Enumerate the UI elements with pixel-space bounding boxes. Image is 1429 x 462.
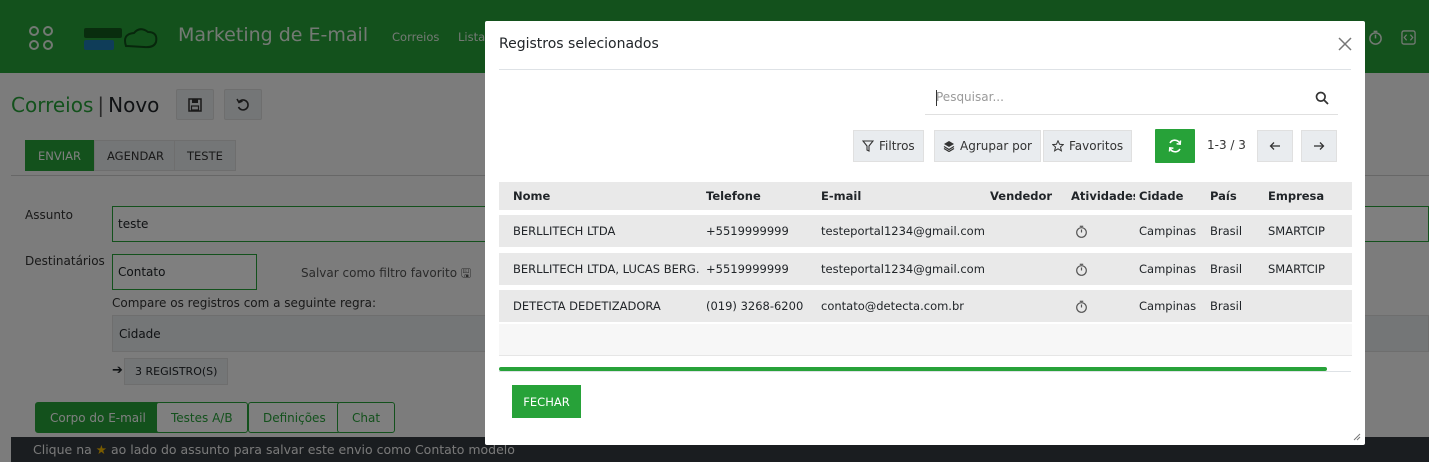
table-empty-row [499, 324, 1352, 356]
close-icon[interactable] [1337, 36, 1353, 52]
cell-atividades [1071, 253, 1135, 285]
search-icon[interactable] [1315, 91, 1329, 105]
close-button[interactable]: FECHAR [512, 385, 581, 418]
table-header: Nome Telefone E-mail Vendedor Atividades… [499, 182, 1352, 210]
refresh-icon [1168, 139, 1182, 153]
text-cursor [936, 90, 937, 106]
column-header-email[interactable]: E-mail [821, 182, 986, 210]
cell-pais: Brasil [1210, 224, 1243, 238]
column-header-vendedor[interactable]: Vendedor [990, 182, 1066, 210]
table-row[interactable]: BERLLITECH LTDA +5519999999 testeportal1… [499, 215, 1352, 247]
cell-vendedor [990, 215, 1066, 247]
layers-icon [943, 141, 955, 152]
filter-icon [862, 140, 874, 152]
column-header-cidade[interactable]: Cidade [1139, 182, 1205, 210]
column-header-empresa[interactable]: Empresa [1268, 182, 1348, 210]
star-icon [1052, 140, 1064, 152]
resize-grip-icon[interactable] [1352, 432, 1361, 441]
column-header-telefone[interactable]: Telefone [706, 182, 816, 210]
divider [499, 69, 1351, 70]
divider [499, 371, 1351, 372]
stopwatch-icon[interactable] [1075, 300, 1088, 313]
cell-nome: DETECTA DEDETIZADORA [513, 299, 661, 313]
search-input[interactable] [936, 90, 1296, 104]
group-by-button[interactable]: Agrupar por [934, 130, 1041, 162]
column-header-atividades[interactable]: Atividades [1071, 182, 1135, 210]
arrow-left-icon [1269, 142, 1280, 150]
column-header-nome[interactable]: Nome [513, 182, 699, 210]
previous-page-button[interactable] [1257, 130, 1293, 162]
modal-title: Registros selecionados [499, 36, 659, 52]
arrow-right-icon [1314, 142, 1325, 150]
refresh-button[interactable] [1155, 129, 1195, 163]
stopwatch-icon[interactable] [1075, 225, 1088, 238]
cell-pais: Brasil [1210, 262, 1243, 276]
table-row[interactable]: DETECTA DEDETIZADORA (019) 3268-6200 con… [499, 290, 1352, 322]
cell-atividades [1071, 290, 1135, 322]
cell-cidade: Campinas [1139, 262, 1197, 276]
favorites-label: Favoritos [1069, 139, 1124, 153]
cell-empresa [1268, 290, 1348, 322]
cell-email: contato@detecta.com.br [821, 299, 964, 313]
cell-email: testeportal1234@gmail.com [821, 224, 985, 238]
cell-cidade: Campinas [1139, 299, 1197, 313]
cell-telefone: +5519999999 [706, 224, 789, 238]
stopwatch-icon[interactable] [1075, 263, 1088, 276]
filters-button[interactable]: Filtros [853, 130, 924, 162]
pager-value[interactable]: 1-3 / 3 [1207, 138, 1246, 152]
cell-pais: Brasil [1210, 299, 1243, 313]
cell-empresa: SMARTCIP [1268, 224, 1325, 238]
cell-telefone: (019) 3268-6200 [706, 299, 804, 313]
table-row[interactable]: BERLLITECH LTDA, LUCAS BERG... +55199999… [499, 253, 1352, 285]
filters-label: Filtros [879, 139, 915, 153]
cell-vendedor [990, 253, 1066, 285]
cell-nome: BERLLITECH LTDA [513, 224, 616, 238]
cell-vendedor [990, 290, 1066, 322]
cell-empresa: SMARTCIP [1268, 262, 1325, 276]
cell-telefone: +5519999999 [706, 262, 789, 276]
column-header-pais[interactable]: País [1210, 182, 1264, 210]
selected-records-dialog: Registros selecionados Filtros Agrupar p… [485, 21, 1365, 445]
search-box [925, 82, 1338, 115]
group-by-label: Agrupar por [960, 139, 1032, 153]
favorites-button[interactable]: Favoritos [1043, 130, 1133, 162]
cell-cidade: Campinas [1139, 224, 1197, 238]
cell-email: testeportal1234@gmail.com [821, 262, 985, 276]
cell-nome: BERLLITECH LTDA, LUCAS BERG... [513, 262, 699, 276]
next-page-button[interactable] [1301, 130, 1337, 162]
cell-atividades [1071, 215, 1135, 247]
